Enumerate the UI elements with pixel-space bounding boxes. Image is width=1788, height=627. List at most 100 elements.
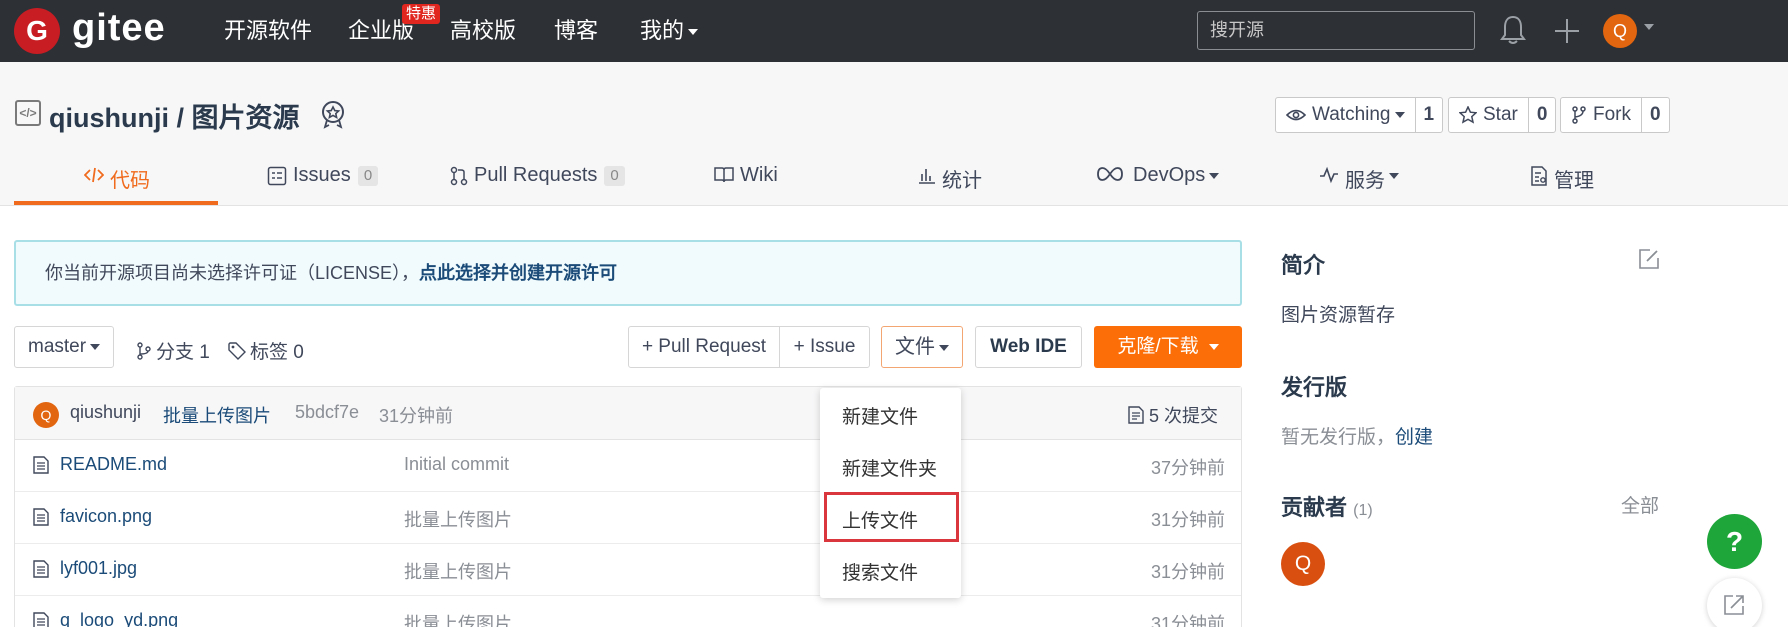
fork-button[interactable]: Fork: [1561, 98, 1642, 132]
file-menu-label: 文件: [895, 336, 935, 358]
new-issue-button[interactable]: + Issue: [780, 327, 869, 367]
fork-count[interactable]: 0: [1642, 98, 1669, 132]
fork-label: Fork: [1593, 104, 1631, 125]
watch-count[interactable]: 1: [1416, 98, 1443, 132]
award-badge-icon[interactable]: [320, 99, 346, 129]
menu-item-upload-file[interactable]: 上传文件: [842, 506, 918, 533]
tags-link[interactable]: 标签 0: [228, 337, 304, 364]
gitee-logo-icon[interactable]: G: [14, 8, 60, 54]
license-notice-text: 你当前开源项目尚未选择许可证（LICENSE），: [45, 263, 420, 283]
star-label: Star: [1483, 104, 1518, 125]
repo-header: </> qiushunji / 图片资源 Watching 1 Star 0 F…: [0, 62, 1788, 206]
file-commit-message[interactable]: 批量上传图片: [404, 506, 512, 532]
file-row[interactable]: README.md Initial commit 37分钟前: [15, 440, 1241, 492]
commit-count-label: 5 次提交: [1149, 406, 1219, 426]
file-row[interactable]: q_logo_yd.png 批量上传图片 31分钟前: [15, 596, 1241, 627]
edit-icon[interactable]: [1638, 248, 1660, 270]
menu-item-search-file[interactable]: 搜索文件: [842, 558, 918, 585]
intro-text: 图片资源暂存: [1281, 305, 1396, 326]
nav-open-source[interactable]: 开源软件: [224, 17, 312, 45]
file-row[interactable]: favicon.png 批量上传图片 31分钟前: [15, 492, 1241, 544]
tag-icon: [228, 342, 246, 360]
commit-hash[interactable]: 5bdcf7e: [295, 402, 359, 423]
file-icon: [33, 508, 49, 526]
fork-icon: [1572, 106, 1586, 124]
tab-services[interactable]: 服务: [1319, 164, 1399, 206]
user-avatar[interactable]: Q: [1603, 14, 1637, 48]
tab-code-label: 代码: [110, 170, 150, 192]
tags-label: 标签 0: [250, 342, 304, 363]
chevron-down-icon[interactable]: [1644, 24, 1654, 30]
new-pull-request-button[interactable]: + Pull Request: [629, 327, 780, 367]
branch-select[interactable]: master: [14, 326, 114, 368]
commit-count-link[interactable]: 5 次提交: [1128, 402, 1218, 428]
file-commit-message[interactable]: 批量上传图片: [404, 610, 512, 627]
chevron-down-icon: [90, 343, 101, 350]
tab-stats[interactable]: 统计: [918, 164, 982, 206]
issues-icon: [267, 166, 287, 186]
eye-icon: [1286, 109, 1306, 121]
nav-education[interactable]: 高校版: [450, 17, 516, 45]
branch-icon: [137, 342, 151, 360]
tab-stats-label: 统计: [942, 170, 982, 192]
create-release-link[interactable]: 创建: [1395, 427, 1433, 448]
help-button[interactable]: ?: [1707, 514, 1762, 569]
file-name[interactable]: q_logo_yd.png: [60, 610, 178, 627]
clone-download-button[interactable]: 克隆/下载: [1094, 326, 1242, 368]
repo-title[interactable]: qiushunji / 图片资源: [49, 96, 300, 135]
external-link-icon: [1724, 595, 1744, 615]
file-commit-message[interactable]: Initial commit: [404, 454, 509, 475]
tab-devops[interactable]: DevOps: [1097, 164, 1220, 206]
branches-link[interactable]: 分支 1: [136, 337, 210, 364]
menu-item-new-folder[interactable]: 新建文件夹: [842, 454, 937, 481]
tab-pull-requests-label: Pull Requests: [474, 164, 598, 186]
commit-author-avatar[interactable]: Q: [33, 402, 59, 428]
tab-code[interactable]: 代码: [84, 164, 150, 206]
file-dropdown-menu: 新建文件 新建文件夹 上传文件 搜索文件: [820, 388, 961, 598]
tab-services-label: 服务: [1345, 170, 1385, 192]
tab-pull-requests[interactable]: Pull Requests 0: [450, 164, 625, 206]
web-ide-button[interactable]: Web IDE: [975, 326, 1082, 368]
pull-request-icon: [450, 166, 468, 186]
settings-doc-icon: [1531, 166, 1547, 186]
search-input[interactable]: [1197, 11, 1475, 50]
file-name[interactable]: README.md: [60, 454, 167, 475]
commit-author[interactable]: qiushunji: [70, 402, 141, 423]
file-name[interactable]: favicon.png: [60, 506, 152, 527]
document-icon: [1128, 406, 1144, 424]
file-icon: [33, 456, 49, 474]
chevron-down-icon: [1389, 173, 1399, 179]
contributor-avatar[interactable]: Q: [1281, 542, 1325, 586]
watch-button[interactable]: Watching: [1276, 98, 1416, 132]
contributors-title: 贡献者: [1281, 495, 1348, 520]
file-commit-message[interactable]: 批量上传图片: [404, 558, 512, 584]
issues-count-badge: 0: [357, 166, 379, 186]
chevron-down-icon: [1209, 173, 1220, 179]
tab-wiki[interactable]: Wiki: [714, 164, 778, 206]
file-name[interactable]: lyf001.jpg: [60, 558, 137, 579]
contributors-all-link[interactable]: 全部: [1621, 491, 1659, 518]
star-count[interactable]: 0: [1529, 98, 1556, 132]
clone-download-label: 克隆/下载: [1117, 336, 1199, 357]
promo-badge: 特惠: [402, 4, 441, 24]
menu-item-new-file[interactable]: 新建文件: [842, 402, 918, 429]
file-commit-time: 31分钟前: [1150, 614, 1225, 627]
nav-mine[interactable]: 我的: [640, 17, 699, 45]
gitee-logo-text[interactable]: gitee: [72, 6, 166, 50]
file-icon: [33, 560, 49, 578]
commit-message[interactable]: 批量上传图片: [163, 402, 271, 428]
file-commit-time: 31分钟前: [1150, 510, 1225, 530]
file-row[interactable]: lyf001.jpg 批量上传图片 31分钟前: [15, 544, 1241, 596]
create-license-link[interactable]: 点此选择并创建开源许可: [419, 263, 617, 283]
bell-icon[interactable]: [1499, 14, 1527, 46]
nav-blog[interactable]: 博客: [554, 17, 598, 45]
file-menu-button[interactable]: 文件: [881, 326, 963, 368]
plus-icon[interactable]: [1553, 17, 1581, 45]
tab-manage[interactable]: 管理: [1530, 164, 1594, 206]
star-icon: [1459, 106, 1477, 124]
tab-issues[interactable]: Issues 0: [267, 164, 379, 206]
tab-manage-label: 管理: [1554, 170, 1594, 192]
share-button[interactable]: [1707, 578, 1762, 627]
file-list: Q qiushunji 批量上传图片 5bdcf7e 31分钟前 5 次提交 R…: [14, 386, 1242, 627]
star-button[interactable]: Star: [1449, 98, 1529, 132]
